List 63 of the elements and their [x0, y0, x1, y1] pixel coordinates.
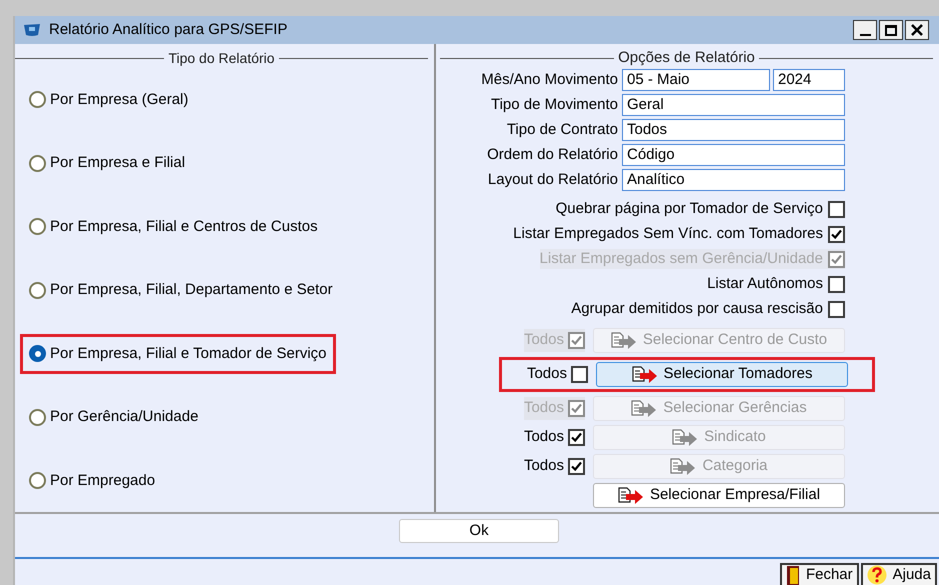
minimize-button[interactable]: [853, 20, 877, 40]
checkbox[interactable]: [828, 300, 845, 318]
panel-title: Tipo do Relatório: [167, 49, 276, 68]
radio-label: Por Empresa, Filial e Tomador de Serviço: [50, 344, 327, 364]
radio-button[interactable]: [29, 154, 46, 172]
select-button[interactable]: Selecionar Empresa/Filial: [593, 483, 845, 508]
radio-label: Por Empresa e Filial: [50, 153, 186, 173]
input-field[interactable]: Código: [622, 144, 845, 166]
checkbox-label: Listar Empregados sem Gerência/Unidade: [540, 248, 823, 269]
input-field[interactable]: 2024: [773, 69, 845, 91]
checkbox-label: Listar Autônomos: [707, 274, 823, 294]
question-icon: [866, 565, 887, 585]
todos-label: Todos: [524, 456, 564, 476]
field-label: Ordem do Relatório: [487, 144, 618, 165]
todos-label: Todos: [524, 330, 564, 350]
checkbox-label: Listar Empregados Sem Vínc. com Tomadores: [513, 224, 823, 244]
close-button[interactable]: [905, 20, 929, 40]
select-button[interactable]: Selecionar Tomadores: [596, 362, 848, 387]
todos-label: Todos: [526, 364, 567, 384]
close-button[interactable]: Fechar: [780, 563, 859, 585]
checkbox[interactable]: [828, 200, 845, 218]
field-label: Layout do Relatório: [488, 170, 618, 190]
maximize-button[interactable]: [879, 20, 903, 40]
todos-label: Todos: [524, 398, 564, 418]
input-field[interactable]: 05 - Maio: [622, 69, 770, 91]
radio-button[interactable]: [29, 408, 46, 426]
window-title: Relatório Analítico para GPS/SEFIP: [49, 20, 288, 40]
checkbox[interactable]: [568, 429, 585, 446]
radio-label: Por Empresa (Geral): [50, 90, 188, 110]
input-field[interactable]: Todos: [622, 119, 845, 141]
radio-label: Por Gerência/Unidade: [50, 407, 198, 427]
ok-button[interactable]: Ok: [399, 519, 559, 543]
checkbox-label: Quebrar página por Tomador de Serviço: [556, 198, 823, 219]
checkbox[interactable]: [828, 226, 845, 242]
document-arrow-icon: [631, 400, 658, 418]
radio-button[interactable]: [29, 472, 46, 490]
document-arrow-icon: [618, 486, 644, 504]
document-arrow-icon: [610, 332, 637, 350]
radio-label: Por Empregado: [50, 470, 156, 490]
help-button[interactable]: Ajuda: [860, 563, 937, 585]
document-arrow-icon: [632, 366, 658, 384]
document-arrow-icon: [672, 428, 698, 446]
field-label: Tipo de Contrato: [506, 120, 618, 140]
field-label: Tipo de Movimento: [490, 94, 618, 115]
radio-button[interactable]: [29, 345, 46, 362]
field-label: Mês/Ano Movimento: [481, 70, 618, 90]
radio-button[interactable]: [29, 282, 46, 299]
radio-label: Por Empresa, Filial e Centros de Custos: [50, 216, 318, 236]
radio-label: Por Empresa, Filial, Departamento e Setor: [50, 280, 333, 300]
checkbox[interactable]: [568, 458, 585, 475]
radio-button[interactable]: [29, 218, 46, 236]
radio-button[interactable]: [29, 91, 46, 108]
app-icon: [23, 23, 41, 37]
door-icon: [786, 565, 800, 585]
checkbox-label: Agrupar demitidos por causa rescisão: [571, 298, 823, 319]
checkbox[interactable]: [571, 366, 588, 383]
input-field[interactable]: Geral: [622, 94, 845, 116]
todos-label: Todos: [524, 427, 564, 448]
input-field[interactable]: Analítico: [622, 169, 845, 191]
close-icon: [911, 24, 923, 36]
document-arrow-icon: [670, 458, 696, 476]
panel-title: Opções de Relatório: [617, 48, 756, 68]
checkbox[interactable]: [828, 276, 845, 292]
